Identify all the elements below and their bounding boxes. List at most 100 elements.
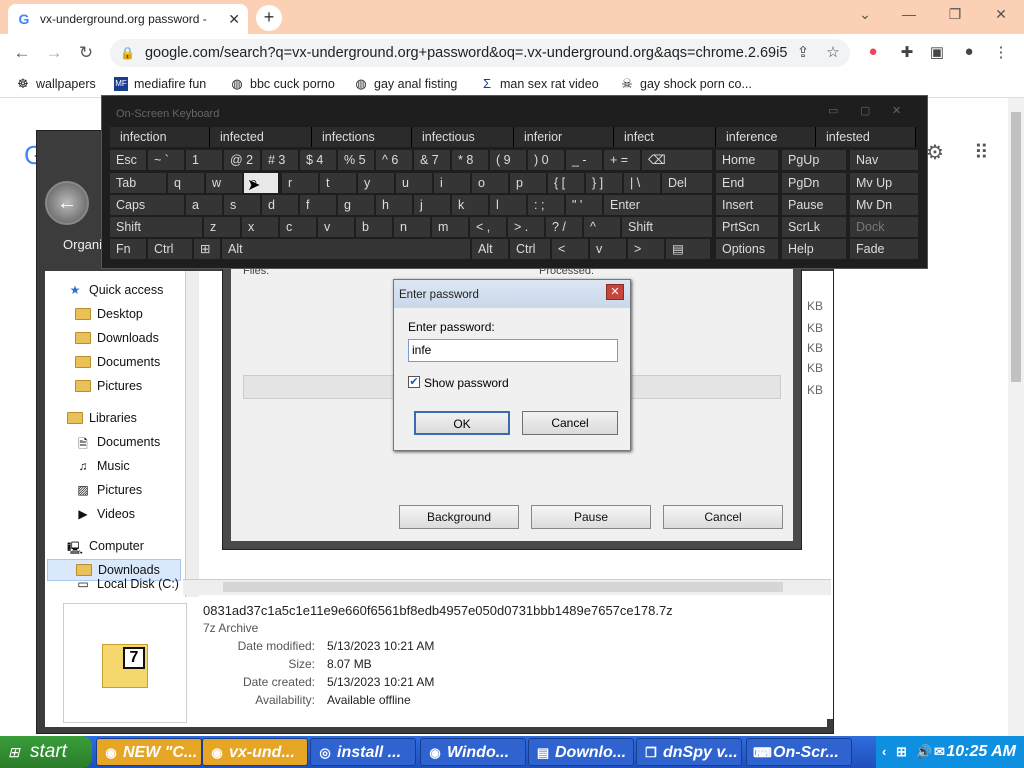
- key-row2-12[interactable]: } ]: [586, 173, 622, 193]
- page-scrollbar[interactable]: [1008, 98, 1024, 738]
- key-row2-2[interactable]: w: [206, 173, 242, 193]
- taskbar-item-2[interactable]: ◎ install ...: [310, 738, 416, 766]
- key-row3-11[interactable]: " ': [566, 195, 602, 215]
- browser-tab[interactable]: G vx-underground.org password - ✕: [8, 4, 248, 34]
- key-row4-2[interactable]: x: [242, 217, 278, 237]
- key-row4-5[interactable]: b: [356, 217, 392, 237]
- start-button[interactable]: ⊞ start: [0, 736, 92, 768]
- key-row3-10[interactable]: : ;: [528, 195, 564, 215]
- key-row4-12[interactable]: Shift: [622, 217, 712, 237]
- apps-grid-icon[interactable]: ⠿: [974, 140, 989, 165]
- bookmark-item[interactable]: ◍ gay anal fisting: [354, 77, 457, 92]
- key-row4-6[interactable]: n: [394, 217, 430, 237]
- background-button[interactable]: Background: [399, 505, 519, 529]
- key-row4-14[interactable]: ScrLk: [782, 217, 846, 237]
- suggestion-6[interactable]: inference: [716, 127, 816, 147]
- key-row4-9[interactable]: > .: [508, 217, 544, 237]
- key-row3-3[interactable]: d: [262, 195, 298, 215]
- key-row1-4[interactable]: # 3: [262, 150, 298, 170]
- key-row4-8[interactable]: < ,: [470, 217, 506, 237]
- key-row2-11[interactable]: { [: [548, 173, 584, 193]
- scrollbar-thumb[interactable]: [1011, 112, 1021, 382]
- suggestion-0[interactable]: infection: [110, 127, 210, 147]
- cancel-button[interactable]: Cancel: [522, 411, 618, 435]
- key-row3-0[interactable]: Caps: [110, 195, 184, 215]
- taskbar-item-1[interactable]: ◉ vx-und...: [202, 738, 308, 766]
- bookmark-item[interactable]: ◍ bbc cuck porno: [230, 77, 334, 92]
- key-row1-15[interactable]: Home: [716, 150, 778, 170]
- key-row2-13[interactable]: | \: [624, 173, 660, 193]
- sidepanel-icon[interactable]: ▣: [926, 43, 948, 65]
- key-row2-6[interactable]: y: [358, 173, 394, 193]
- expand-tray-icon[interactable]: ‹: [882, 736, 886, 768]
- key-row3-14[interactable]: Pause: [782, 195, 846, 215]
- minimize-icon[interactable]: —: [894, 6, 924, 26]
- organize-menu[interactable]: Organi: [63, 237, 102, 252]
- puzzle-icon[interactable]: ✚: [896, 43, 918, 65]
- close-window-icon[interactable]: ✕: [986, 6, 1016, 26]
- suggestion-7[interactable]: infested: [816, 127, 916, 147]
- key-row5-1[interactable]: Ctrl: [148, 239, 192, 259]
- key-row1-8[interactable]: & 7: [414, 150, 450, 170]
- key-row1-1[interactable]: ~ `: [148, 150, 184, 170]
- key-row3-7[interactable]: j: [414, 195, 450, 215]
- share-icon[interactable]: ⇪: [792, 43, 814, 65]
- key-row1-3[interactable]: @ 2: [224, 150, 260, 170]
- key-row5-8[interactable]: >: [628, 239, 664, 259]
- suggestion-4[interactable]: inferior: [514, 127, 614, 147]
- key-row5-2[interactable]: ⊞: [194, 239, 220, 259]
- forward-icon[interactable]: →: [42, 43, 66, 65]
- key-row4-3[interactable]: c: [280, 217, 316, 237]
- key-row1-14[interactable]: ⌫: [642, 150, 712, 170]
- key-row2-10[interactable]: p: [510, 173, 546, 193]
- key-row2-15[interactable]: End: [716, 173, 778, 193]
- key-row5-9[interactable]: ▤: [666, 239, 710, 259]
- key-row4-11[interactable]: ^: [584, 217, 620, 237]
- key-row3-13[interactable]: Insert: [716, 195, 778, 215]
- key-row4-0[interactable]: Shift: [110, 217, 202, 237]
- chevron-down-icon[interactable]: ⌄: [850, 6, 880, 26]
- bookmark-item[interactable]: ☸ wallpapers: [16, 77, 96, 92]
- key-row3-6[interactable]: h: [376, 195, 412, 215]
- volume-icon[interactable]: 🔊: [916, 736, 932, 768]
- key-row5-10[interactable]: Options: [716, 239, 778, 259]
- osk-minimize-icon[interactable]: ▭: [828, 104, 838, 117]
- show-password-checkbox[interactable]: ✔: [408, 376, 420, 388]
- key-row5-7[interactable]: v: [590, 239, 626, 259]
- bookmark-item[interactable]: Σman sex rat video: [480, 77, 599, 92]
- reload-icon[interactable]: ↻: [74, 43, 98, 65]
- suggestion-3[interactable]: infectious: [412, 127, 514, 147]
- taskbar-item-4[interactable]: ▤ Downlo...: [528, 738, 634, 766]
- horizontal-scrollbar[interactable]: [183, 579, 831, 595]
- osk-close-icon[interactable]: ✕: [892, 104, 901, 117]
- key-row3-12[interactable]: Enter: [604, 195, 712, 215]
- close-tab-icon[interactable]: ✕: [228, 11, 240, 28]
- bookmark-item[interactable]: MF mediafire fun: [114, 77, 206, 91]
- key-row1-12[interactable]: _ -: [566, 150, 602, 170]
- key-row3-15[interactable]: Mv Dn: [850, 195, 918, 215]
- key-row1-10[interactable]: ( 9: [490, 150, 526, 170]
- suggestion-1[interactable]: infected: [210, 127, 312, 147]
- scrollbar-thumb[interactable]: [223, 582, 783, 592]
- key-row4-1[interactable]: z: [204, 217, 240, 237]
- key-row5-6[interactable]: <: [552, 239, 588, 259]
- key-row4-13[interactable]: PrtScn: [716, 217, 778, 237]
- taskbar-item-5[interactable]: ❐ dnSpy v...: [636, 738, 742, 766]
- dialog-close-icon[interactable]: ✕: [606, 284, 624, 300]
- key-row3-8[interactable]: k: [452, 195, 488, 215]
- password-input[interactable]: infe: [408, 339, 618, 362]
- network-icon[interactable]: ⊞: [896, 736, 907, 768]
- key-row5-4[interactable]: Alt: [472, 239, 508, 259]
- key-row1-9[interactable]: * 8: [452, 150, 488, 170]
- back-arrow-icon[interactable]: ←: [45, 181, 89, 225]
- address-bar[interactable]: 🔒 google.com/search?q=vx-underground.org…: [110, 39, 850, 67]
- key-row1-6[interactable]: % 5: [338, 150, 374, 170]
- back-icon[interactable]: ←: [10, 43, 34, 65]
- key-row5-0[interactable]: Fn: [110, 239, 146, 259]
- clock[interactable]: 10:25 AM: [934, 736, 1016, 768]
- key-row3-5[interactable]: g: [338, 195, 374, 215]
- suggestion-5[interactable]: infect: [614, 127, 716, 147]
- key-row3-9[interactable]: l: [490, 195, 526, 215]
- taskbar-item-3[interactable]: ◉ Windo...: [420, 738, 526, 766]
- settings-gear-icon[interactable]: ⚙: [926, 140, 944, 165]
